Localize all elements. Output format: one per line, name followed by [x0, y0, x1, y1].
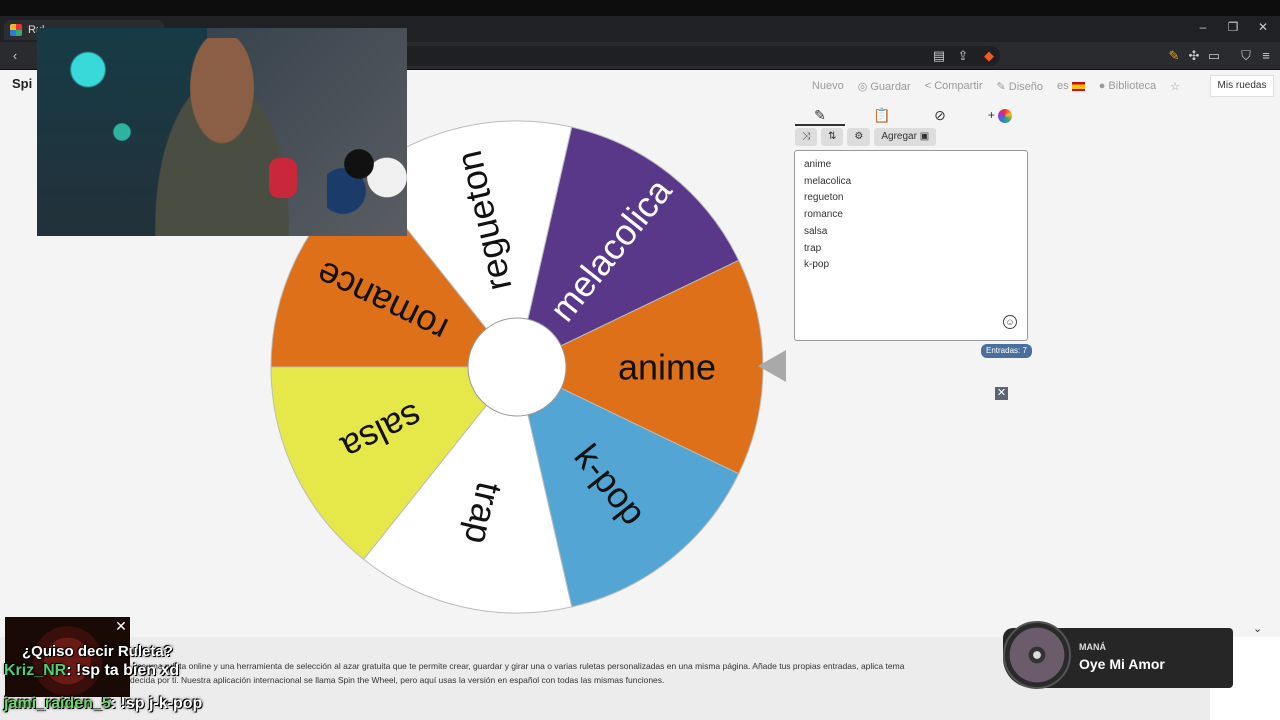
- add-wheel-button[interactable]: +: [975, 104, 1025, 126]
- back-arrow-icon[interactable]: ‹: [6, 47, 24, 65]
- share-icon[interactable]: ⇪: [954, 47, 972, 65]
- diseno-label: Diseño: [1008, 81, 1044, 93]
- compartir-link[interactable]: < Compartir: [925, 80, 983, 93]
- close-icon[interactable]: ✕: [113, 618, 129, 634]
- lang-label: es: [1057, 80, 1069, 92]
- chat-username: jami_raiden_5: [4, 695, 111, 712]
- tab-edit[interactable]: ✎: [795, 104, 845, 126]
- maximize-button[interactable]: ❐: [1218, 20, 1248, 34]
- entry-line: salsa: [804, 225, 828, 237]
- spain-flag-icon: [1071, 81, 1085, 91]
- sidebar-icon[interactable]: ▭: [1205, 47, 1223, 65]
- chat-message: : !sp j-k-pop: [110, 695, 203, 712]
- language-selector[interactable]: es: [1057, 80, 1085, 93]
- wheel-segment-label: anime: [618, 347, 716, 388]
- top-toolbar: Nuevo ◎ Guardar < Compartir ✎ Diseño es …: [812, 80, 1180, 93]
- minimize-button[interactable]: –: [1188, 20, 1218, 34]
- site-logo[interactable]: Spi: [12, 76, 32, 91]
- chat-line-3: jami_raiden_5: !sp j-k-pop: [4, 695, 202, 713]
- reader-icon[interactable]: ▤: [930, 47, 948, 65]
- biblioteca-link[interactable]: ● Biblioteca: [1099, 80, 1156, 93]
- brave-shield-icon[interactable]: ◆: [980, 47, 998, 65]
- streamer: [137, 38, 307, 236]
- music-artist: MANÁ: [1079, 642, 1106, 652]
- agregar-image-button[interactable]: Agregar ▣: [874, 128, 937, 146]
- entries-count-badge: Entradas: 7: [981, 344, 1032, 358]
- entries-list: anime melacolica regueton romance salsa trap k…: [804, 157, 1018, 274]
- close-window-button[interactable]: ✕: [1248, 20, 1278, 34]
- close-ad-icon[interactable]: ✕: [995, 387, 1008, 400]
- window-titlebar: [0, 0, 1280, 16]
- nuevo-link[interactable]: Nuevo: [812, 80, 844, 93]
- editor-actions: ⤨ ⇅ ⚙ Agregar ▣: [795, 128, 937, 146]
- wheel-pointer: [758, 350, 786, 382]
- diseno-link[interactable]: ✎ Diseño: [997, 80, 1044, 93]
- guardar-label: Guardar: [870, 81, 911, 93]
- plush-toys: [327, 128, 407, 218]
- description-line-2: decida por ti. Nuestra aplicación intern…: [130, 675, 665, 685]
- sort-button[interactable]: ⇅: [821, 128, 844, 146]
- entry-line: regueton: [804, 192, 844, 204]
- editor-tabs: ✎ 📋 ⊘ +: [795, 104, 1028, 126]
- agregar-label: Agregar: [881, 131, 917, 142]
- star-icon[interactable]: ☆: [1170, 80, 1180, 93]
- music-title: Oye Mi Amor: [1079, 656, 1165, 672]
- emoji-icon[interactable]: ☺: [1003, 315, 1017, 329]
- chat-line-1: ¿Quiso decir Ruleta?: [22, 643, 173, 660]
- tab-results[interactable]: 📋: [857, 104, 907, 126]
- menu-icon[interactable]: ≡: [1257, 47, 1275, 65]
- shuffle-button[interactable]: ⤨: [795, 128, 817, 146]
- chat-username: Kriz_NR: [4, 662, 67, 679]
- vpn-icon[interactable]: ⛉: [1237, 47, 1255, 65]
- color-wheel-icon: [998, 108, 1013, 123]
- entry-line: k-pop: [804, 259, 830, 271]
- site-favicon-icon: [10, 24, 22, 36]
- settings-button[interactable]: ⚙: [847, 128, 871, 146]
- entry-line: anime: [804, 159, 832, 170]
- album-art: [1003, 621, 1071, 689]
- extensions-icon[interactable]: ✣: [1185, 47, 1203, 65]
- biblioteca-label: Biblioteca: [1108, 80, 1157, 92]
- entries-textarea[interactable]: anime melacolica regueton romance salsa trap k…: [794, 150, 1028, 341]
- webcam-overlay: [37, 28, 407, 236]
- compartir-label: Compartir: [934, 80, 983, 92]
- entry-line: melacolica: [804, 175, 852, 187]
- entry-line: romance: [804, 209, 843, 221]
- microphone: [269, 158, 297, 198]
- chat-line-2: Kriz_NR: !sp ta bien xd: [4, 662, 179, 680]
- mis-ruedas-button[interactable]: Mis ruedas: [1210, 75, 1274, 97]
- pen-icon[interactable]: ✎: [1165, 47, 1183, 65]
- guardar-link[interactable]: ◎ Guardar: [858, 80, 911, 93]
- entry-line: trap: [804, 242, 822, 254]
- tab-hide[interactable]: ⊘: [915, 104, 965, 126]
- chat-message: : !sp ta bien xd: [66, 662, 180, 679]
- chevron-down-icon[interactable]: ⌄: [1253, 622, 1262, 635]
- wheel-center-hub[interactable]: [467, 317, 567, 417]
